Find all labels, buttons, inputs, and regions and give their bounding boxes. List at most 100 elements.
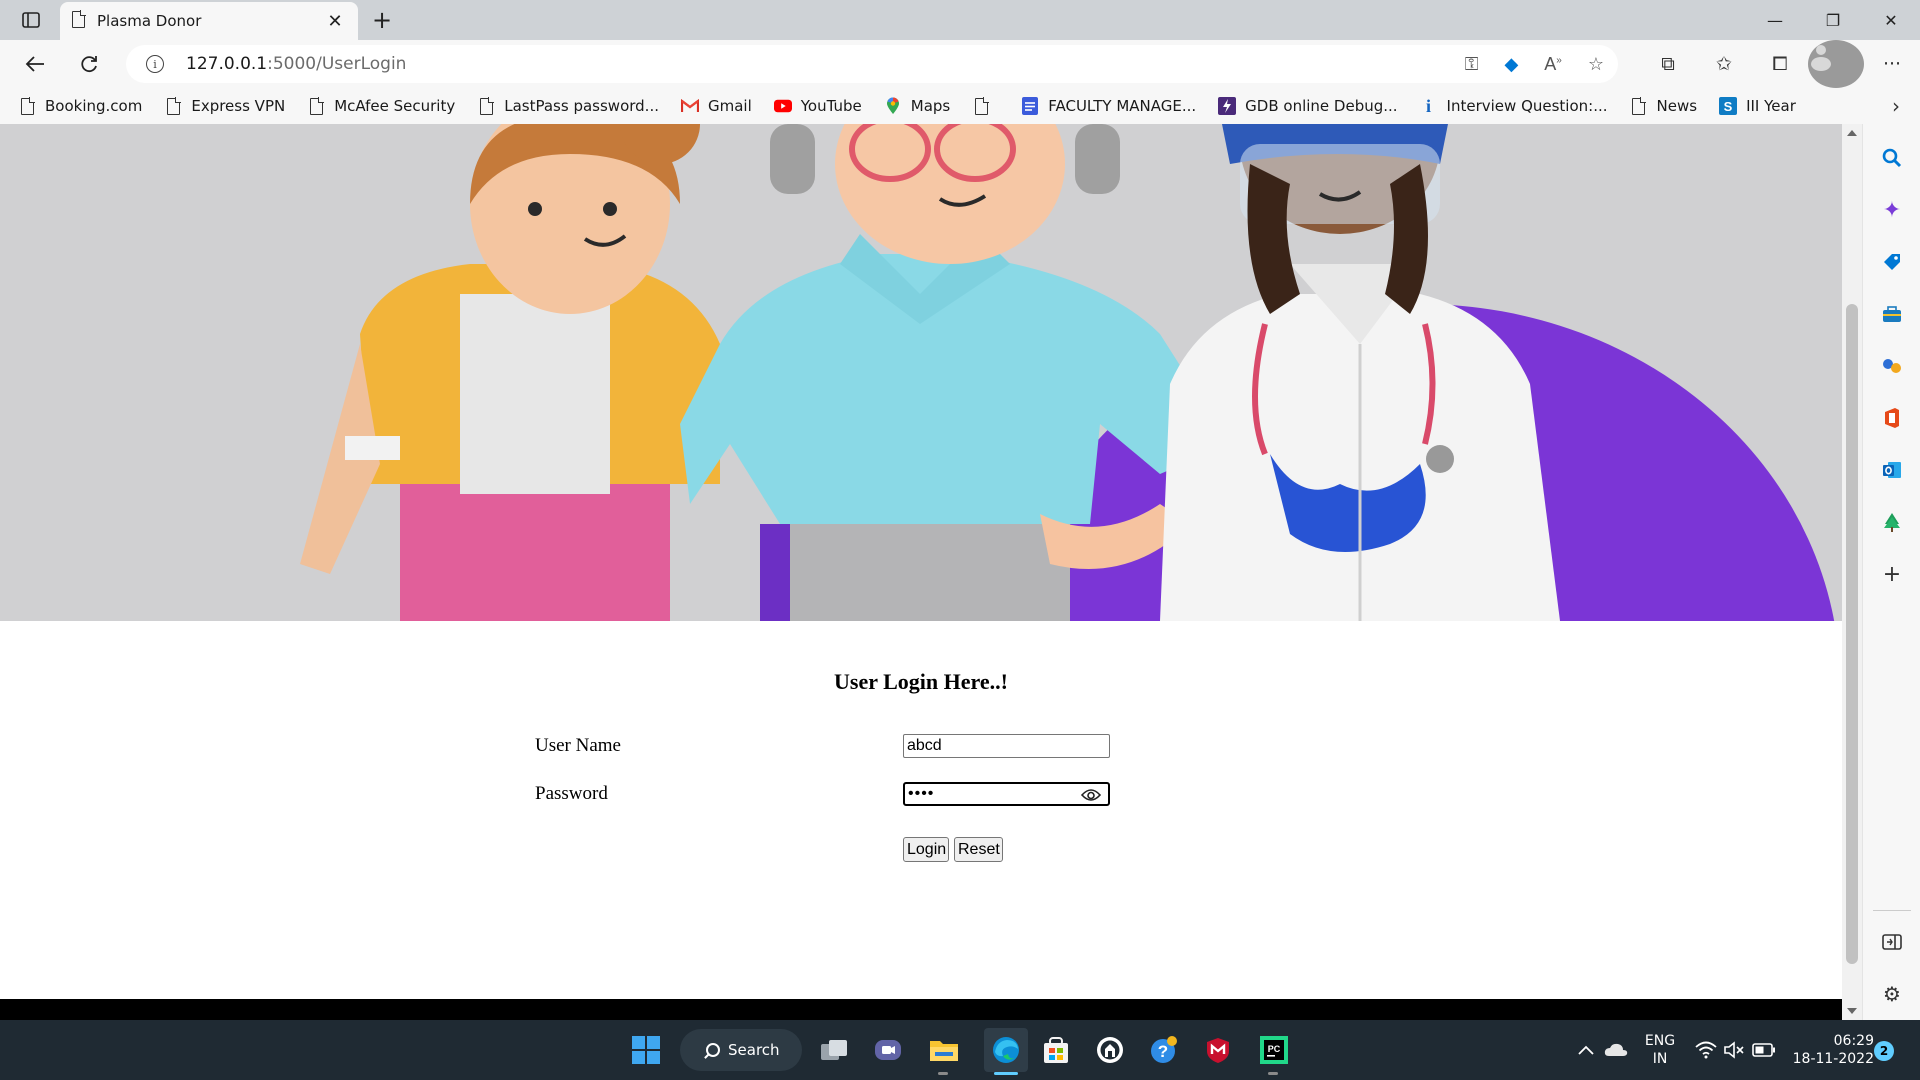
input-language-indicator[interactable]: ENG IN xyxy=(1640,1032,1680,1068)
password-label: Password xyxy=(535,783,608,804)
scroll-up-icon[interactable] xyxy=(1847,130,1857,136)
read-aloud-icon[interactable]: A» xyxy=(1544,54,1562,75)
collections-button[interactable]: ⧠ xyxy=(1752,40,1808,88)
reset-button[interactable]: Reset xyxy=(954,837,1003,862)
forms-icon xyxy=(1021,96,1039,116)
sidebar-tree-icon[interactable] xyxy=(1880,510,1904,534)
pycharm-icon[interactable]: PC xyxy=(1258,1034,1290,1066)
page-scrollbar[interactable] xyxy=(1842,124,1862,1020)
bookmark-faculty-manage[interactable]: FACULTY MANAGE... xyxy=(1021,96,1196,116)
back-button[interactable] xyxy=(18,48,52,80)
bookmark-booking[interactable]: Booking.com xyxy=(18,96,142,116)
password-input[interactable] xyxy=(903,782,1110,806)
document-icon xyxy=(972,96,990,116)
bookmark-youtube[interactable]: YouTube xyxy=(773,96,862,116)
chevron-right-icon[interactable]: › xyxy=(1892,94,1900,118)
shopping-tag-icon[interactable]: ◆ xyxy=(1504,54,1518,75)
sidebar-add-icon[interactable]: + xyxy=(1880,562,1904,587)
tab-actions-button[interactable] xyxy=(14,6,48,34)
bookmark-gdb[interactable]: GDB online Debug... xyxy=(1218,96,1398,116)
favorites-button[interactable]: ✩ xyxy=(1696,40,1752,88)
bookmark-label: McAfee Security xyxy=(334,97,456,115)
tab-close-button[interactable]: ✕ xyxy=(324,11,346,32)
bookmark-mcafee[interactable]: McAfee Security xyxy=(307,96,455,116)
refresh-button[interactable] xyxy=(72,48,106,80)
username-input[interactable] xyxy=(903,734,1110,758)
site-info-icon[interactable]: i xyxy=(146,55,164,73)
windows-taskbar: Search ? PC ENG IN 06:29 18-11-2022 2 xyxy=(0,1020,1920,1080)
language-code: ENG xyxy=(1644,1033,1676,1049)
system-clock[interactable]: 06:29 18-11-2022 xyxy=(1784,1032,1874,1068)
help-app-icon[interactable]: ? xyxy=(1148,1034,1180,1066)
sidebar-search-icon[interactable] xyxy=(1880,146,1904,170)
mcafee-icon[interactable] xyxy=(1202,1034,1234,1066)
gmail-icon xyxy=(680,96,699,116)
close-window-button[interactable]: ✕ xyxy=(1862,0,1920,40)
scrollbar-thumb[interactable] xyxy=(1846,304,1858,964)
bookmark-label: Gmail xyxy=(707,97,752,115)
bookmark-label: FACULTY MANAGE... xyxy=(1048,97,1197,115)
minimize-button[interactable]: — xyxy=(1746,0,1804,40)
sidebar-tools-icon[interactable] xyxy=(1880,302,1904,326)
reveal-password-icon[interactable] xyxy=(1081,788,1101,802)
back-arrow-icon xyxy=(25,56,44,72)
edge-sidebar: ✦ + ⚙ xyxy=(1862,124,1920,1020)
teams-chat-icon[interactable] xyxy=(872,1034,904,1066)
active-indicator xyxy=(994,1072,1018,1075)
search-icon xyxy=(706,1043,720,1057)
sidebar-games-icon[interactable] xyxy=(1880,354,1904,378)
browser-tab-active[interactable]: Plasma Donor ✕ xyxy=(60,2,358,40)
bookmark-iii-year[interactable]: S III Year xyxy=(1719,96,1796,116)
puzzle-icon: ⧉ xyxy=(1661,53,1675,75)
task-view-icon[interactable] xyxy=(818,1034,850,1066)
sidebar-hide-icon[interactable] xyxy=(1880,930,1904,954)
youtube-icon xyxy=(773,96,792,116)
onedrive-cloud-icon[interactable] xyxy=(1600,1034,1632,1066)
document-icon xyxy=(477,96,495,116)
microsoft-store-icon[interactable] xyxy=(1040,1034,1072,1066)
page-footer-bar xyxy=(0,999,1842,1020)
maximize-button[interactable]: ❐ xyxy=(1804,0,1862,40)
scroll-down-icon[interactable] xyxy=(1847,1008,1857,1014)
sidebar-outlook-icon[interactable] xyxy=(1880,458,1904,482)
edge-browser-icon[interactable] xyxy=(984,1028,1028,1072)
url-text[interactable]: 127.0.0.1:5000/UserLogin xyxy=(186,54,406,74)
extensions-button[interactable]: ⧉ xyxy=(1640,40,1696,88)
bookmark-express-vpn[interactable]: Express VPN xyxy=(164,96,285,116)
page-document-icon xyxy=(72,9,86,32)
profile-button[interactable] xyxy=(1808,40,1864,88)
collections-icon: ⧠ xyxy=(1772,53,1788,75)
bookmark-interview-questions[interactable]: i Interview Question:... xyxy=(1420,96,1608,116)
gdb-icon xyxy=(1218,96,1237,116)
sidebar-office-icon[interactable] xyxy=(1880,406,1904,430)
bookmark-news[interactable]: News xyxy=(1630,96,1697,116)
file-explorer-icon[interactable] xyxy=(928,1034,960,1066)
sidebar-discover-sparkle-icon[interactable]: ✦ xyxy=(1880,198,1904,223)
url-host: 127.0.0.1 xyxy=(186,54,268,74)
add-favorite-icon[interactable]: ☆ xyxy=(1588,54,1604,75)
key-icon[interactable]: ⚿ xyxy=(1465,54,1479,75)
notification-badge[interactable]: 2 xyxy=(1874,1041,1894,1061)
sidebar-settings-gear-icon[interactable]: ⚙ xyxy=(1880,982,1904,1006)
show-hidden-icons-chevron-up-icon[interactable] xyxy=(1570,1034,1602,1066)
bookmark-label: YouTube xyxy=(800,97,862,115)
hero-illustration xyxy=(0,124,1842,621)
bookmark-lastpass[interactable]: LastPass password... xyxy=(477,96,659,116)
address-bar[interactable]: i 127.0.0.1:5000/UserLogin ⚿ ◆ A» ☆ xyxy=(126,45,1618,83)
start-button[interactable] xyxy=(630,1034,662,1066)
document-icon xyxy=(307,96,325,116)
battery-icon[interactable] xyxy=(1748,1034,1780,1066)
bookmark-gmail[interactable]: Gmail xyxy=(680,96,752,116)
bookmark-untitled[interactable] xyxy=(972,96,999,116)
volume-muted-icon[interactable] xyxy=(1718,1034,1750,1066)
refresh-icon xyxy=(81,56,97,73)
taskbar-search-button[interactable]: Search xyxy=(680,1029,802,1071)
sidebar-shopping-icon[interactable] xyxy=(1880,250,1904,274)
running-indicator xyxy=(1268,1072,1278,1075)
bookmark-maps[interactable]: Maps xyxy=(884,96,950,116)
bookmark-label: Interview Question:... xyxy=(1446,97,1608,115)
new-tab-button[interactable]: + xyxy=(366,4,398,36)
settings-more-button[interactable]: ··· xyxy=(1864,40,1920,88)
login-button[interactable]: Login xyxy=(903,837,949,862)
github-app-icon[interactable] xyxy=(1094,1034,1126,1066)
